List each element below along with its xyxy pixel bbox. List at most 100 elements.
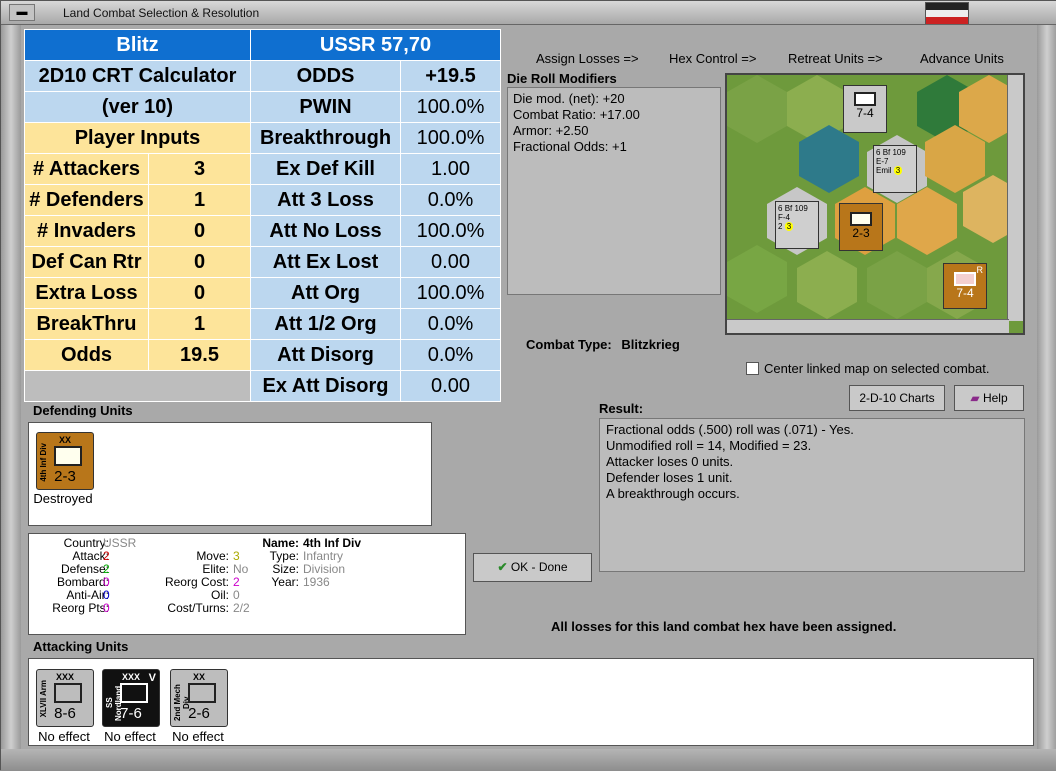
frame-right bbox=[1037, 25, 1056, 771]
combat-type-value: Blitzkrieg bbox=[621, 337, 680, 352]
crt-empty-cell bbox=[24, 370, 251, 402]
attacking-units-box: XXX XLVII Arm 8-6 No effect XXX V SS Nor… bbox=[28, 658, 1034, 746]
in-value[interactable]: 0 bbox=[148, 215, 251, 247]
unit-badge: V bbox=[148, 672, 156, 684]
die-roll-modifiers-box: Die mod. (net): +20 Combat Ratio: +17.00… bbox=[507, 87, 721, 295]
result-line: A breakthrough occurs. bbox=[606, 486, 740, 501]
title-bar: ▬ Land Combat Selection & Resolution bbox=[1, 1, 1056, 25]
unit-status: No effect bbox=[172, 729, 224, 744]
out-label: PWIN bbox=[250, 91, 401, 123]
out-value: +19.5 bbox=[400, 60, 501, 92]
air-model: E-7 bbox=[876, 157, 889, 166]
out-label: Att No Loss bbox=[250, 215, 401, 247]
attacker-counter[interactable]: XXX V SS Nordland 7-6 bbox=[102, 669, 160, 727]
retreat-units-link[interactable]: Retreat Units => bbox=[788, 51, 883, 66]
frame-bottom bbox=[1, 749, 1056, 771]
charts-button[interactable]: 2-D-10 Charts bbox=[849, 385, 945, 411]
result-line: Attacker loses 0 units. bbox=[606, 454, 734, 469]
out-label: Ex Def Kill bbox=[250, 153, 401, 185]
drm-line: Die mod. (net): +20 bbox=[513, 91, 625, 106]
air-num: 6 bbox=[778, 204, 783, 213]
mech-infantry-icon bbox=[188, 683, 216, 703]
out-label: ODDS bbox=[250, 60, 401, 92]
assign-losses-link[interactable]: Assign Losses => bbox=[536, 51, 639, 66]
out-value: 0.0% bbox=[400, 308, 501, 340]
attacker-counter[interactable]: XX 2nd Mech Div 2-6 bbox=[170, 669, 228, 727]
air-name: Emil bbox=[876, 166, 892, 175]
unit-strength: 8-6 bbox=[54, 705, 76, 722]
out-label: Att 1/2 Org bbox=[250, 308, 401, 340]
drm-line: Combat Ratio: +17.00 bbox=[513, 107, 640, 122]
checkmark-icon: ✔ bbox=[497, 560, 508, 574]
in-value[interactable]: 19.5 bbox=[148, 339, 251, 371]
result-line: Defender loses 1 unit. bbox=[606, 470, 733, 485]
window-title: Land Combat Selection & Resolution bbox=[63, 6, 260, 20]
unit-strength: 2-6 bbox=[188, 705, 210, 722]
out-label: Att Disorg bbox=[250, 339, 401, 371]
attacker-counter[interactable]: XXX XLVII Arm 8-6 bbox=[36, 669, 94, 727]
ok-done-button[interactable]: ✔ OK - Done bbox=[473, 553, 592, 582]
in-label: BreakThru bbox=[24, 308, 149, 340]
defender-counter[interactable]: XX 4th Inf Div 2-3 bbox=[36, 432, 94, 490]
in-label: # Invaders bbox=[24, 215, 149, 247]
frame-left bbox=[1, 25, 21, 771]
system-menu-button[interactable]: ▬ bbox=[9, 4, 35, 21]
crt-right-title: USSR 57,70 bbox=[250, 29, 501, 61]
stat-label: Reorg Pts: bbox=[52, 601, 109, 615]
help-book-icon: ▰ bbox=[970, 391, 980, 405]
out-value: 100.0% bbox=[400, 215, 501, 247]
unit-badge: R bbox=[976, 265, 984, 275]
map-unit-strength: 7-4 bbox=[856, 106, 874, 120]
losses-assigned-note: All losses for this land combat hex have… bbox=[551, 619, 897, 634]
map-unit-soviet[interactable]: R 7-4 bbox=[943, 263, 987, 309]
stat-label: Year: bbox=[271, 575, 299, 589]
out-value: 100.0% bbox=[400, 91, 501, 123]
air-range: 3 bbox=[784, 222, 794, 231]
combat-type-label: Combat Type: bbox=[526, 337, 612, 352]
help-button[interactable]: ▰ Help bbox=[954, 385, 1024, 411]
advance-units-link[interactable]: Advance Units bbox=[920, 51, 1004, 66]
in-value[interactable]: 3 bbox=[148, 153, 251, 185]
center-linked-checkbox[interactable] bbox=[746, 362, 759, 375]
in-value[interactable]: 0 bbox=[148, 246, 251, 278]
infantry-icon bbox=[54, 446, 82, 466]
in-label: # Attackers bbox=[24, 153, 149, 185]
result-line: Fractional odds (.500) roll was (.071) -… bbox=[606, 422, 854, 437]
combat-mini-map[interactable]: 7-4 6 Bf 109 E-7 Emil 3 6 Bf 109 F-4 2 3… bbox=[725, 73, 1025, 335]
player-inputs-header: Player Inputs bbox=[24, 122, 251, 154]
out-label: Att Ex Lost bbox=[250, 246, 401, 278]
crt-calc-version: (ver 10) bbox=[24, 91, 251, 123]
air-type: Bf 109 bbox=[882, 148, 906, 157]
unit-strength: 7-6 bbox=[120, 705, 142, 722]
map-scrollbar-h[interactable] bbox=[727, 319, 1009, 333]
unit-status: Destroyed bbox=[33, 491, 93, 506]
ok-done-label: OK - Done bbox=[510, 560, 568, 574]
in-value[interactable]: 0 bbox=[148, 277, 251, 309]
map-unit-air-f4[interactable]: 6 Bf 109 F-4 2 3 bbox=[775, 201, 819, 249]
map-unit-air-emil[interactable]: 6 Bf 109 E-7 Emil 3 bbox=[873, 145, 917, 193]
out-value: 0.00 bbox=[400, 370, 501, 402]
out-label: Breakthrough bbox=[250, 122, 401, 154]
armor-icon bbox=[54, 683, 82, 703]
map-scrollbar-v[interactable] bbox=[1007, 75, 1023, 321]
infantry-icon bbox=[120, 683, 148, 703]
german-flag-icon bbox=[925, 2, 969, 24]
out-label: Att 3 Loss bbox=[250, 184, 401, 216]
combat-type: Combat Type: Blitzkrieg bbox=[526, 337, 680, 352]
map-unit-infantry[interactable]: 7-4 bbox=[843, 85, 887, 133]
map-unit-defender[interactable]: 2-3 bbox=[839, 203, 883, 251]
in-value[interactable]: 1 bbox=[148, 308, 251, 340]
hex-control-link[interactable]: Hex Control => bbox=[669, 51, 756, 66]
in-label: Def Can Rtr bbox=[24, 246, 149, 278]
stat-value: 1936 bbox=[303, 575, 330, 589]
in-value[interactable]: 1 bbox=[148, 184, 251, 216]
stat-value: 2/2 bbox=[233, 601, 250, 615]
defending-units-box: XX 4th Inf Div 2-3 Destroyed bbox=[28, 422, 432, 526]
crt-calc-title: 2D10 CRT Calculator bbox=[24, 60, 251, 92]
crt-left-title: Blitz bbox=[24, 29, 251, 61]
center-linked-label: Center linked map on selected combat. bbox=[764, 361, 990, 376]
out-value: 100.0% bbox=[400, 122, 501, 154]
out-value: 0.0% bbox=[400, 184, 501, 216]
in-label: Extra Loss bbox=[24, 277, 149, 309]
in-label: # Defenders bbox=[24, 184, 149, 216]
